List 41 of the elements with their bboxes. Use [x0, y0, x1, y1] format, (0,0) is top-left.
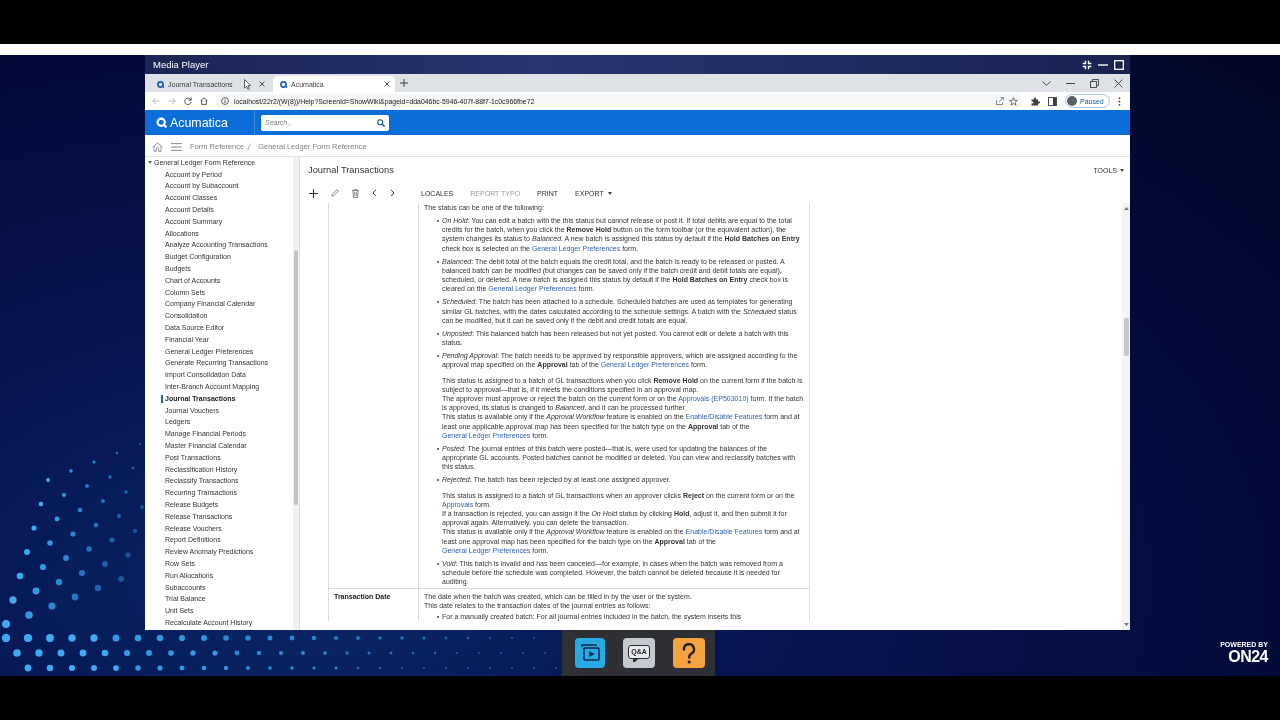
media-player-icon[interactable]: [575, 638, 605, 668]
share-icon[interactable]: [996, 97, 1004, 105]
trash-icon[interactable]: [352, 188, 359, 198]
search-icon[interactable]: [377, 118, 385, 127]
chevron-right-icon[interactable]: [390, 189, 395, 197]
window-title: Media Player: [153, 59, 210, 70]
avatar-icon: [1067, 96, 1077, 106]
scrollbar[interactable]: [293, 157, 299, 630]
side-panel-icon[interactable]: [1048, 96, 1057, 106]
close-icon[interactable]: [384, 81, 390, 87]
puzzle-piece-icon[interactable]: [1031, 96, 1040, 106]
more-icon[interactable]: [1117, 96, 1121, 106]
reload-icon[interactable]: [184, 97, 192, 105]
info-icon[interactable]: [221, 97, 229, 105]
site-icon: [280, 80, 287, 88]
separator-icon: [247, 142, 252, 151]
scrollbar-thumb[interactable]: [1123, 318, 1129, 356]
logo-text: ON24: [1228, 649, 1268, 665]
caret-down-icon[interactable]: [1123, 623, 1129, 626]
close-icon[interactable]: [259, 81, 265, 87]
chevron-left-icon[interactable]: [372, 189, 377, 197]
star-icon[interactable]: [1009, 96, 1018, 106]
chevron-down-icon[interactable]: [1042, 80, 1051, 86]
logo-icon[interactable]: [156, 117, 167, 128]
plus-icon[interactable]: [309, 188, 318, 198]
caret-up-icon[interactable]: [1123, 207, 1129, 210]
scrollbar[interactable]: [1122, 203, 1130, 630]
page-title: Journal Transactions: [308, 165, 395, 175]
fullscreen-icon[interactable]: [1082, 59, 1092, 70]
close-icon[interactable]: [1114, 78, 1123, 88]
home-icon[interactable]: [200, 97, 208, 105]
caret-icon: [1120, 168, 1124, 172]
minimize-icon[interactable]: [1066, 82, 1075, 84]
expand-caret-icon[interactable]: [148, 161, 152, 165]
restore-icon[interactable]: [1090, 78, 1099, 88]
site-icon: [157, 80, 164, 88]
cursor-icon: [244, 79, 251, 90]
maximize-icon[interactable]: [1114, 59, 1124, 70]
logo-text[interactable]: Acumatica: [170, 115, 228, 130]
help-icon[interactable]: [673, 638, 705, 668]
menu-icon[interactable]: [171, 142, 182, 151]
